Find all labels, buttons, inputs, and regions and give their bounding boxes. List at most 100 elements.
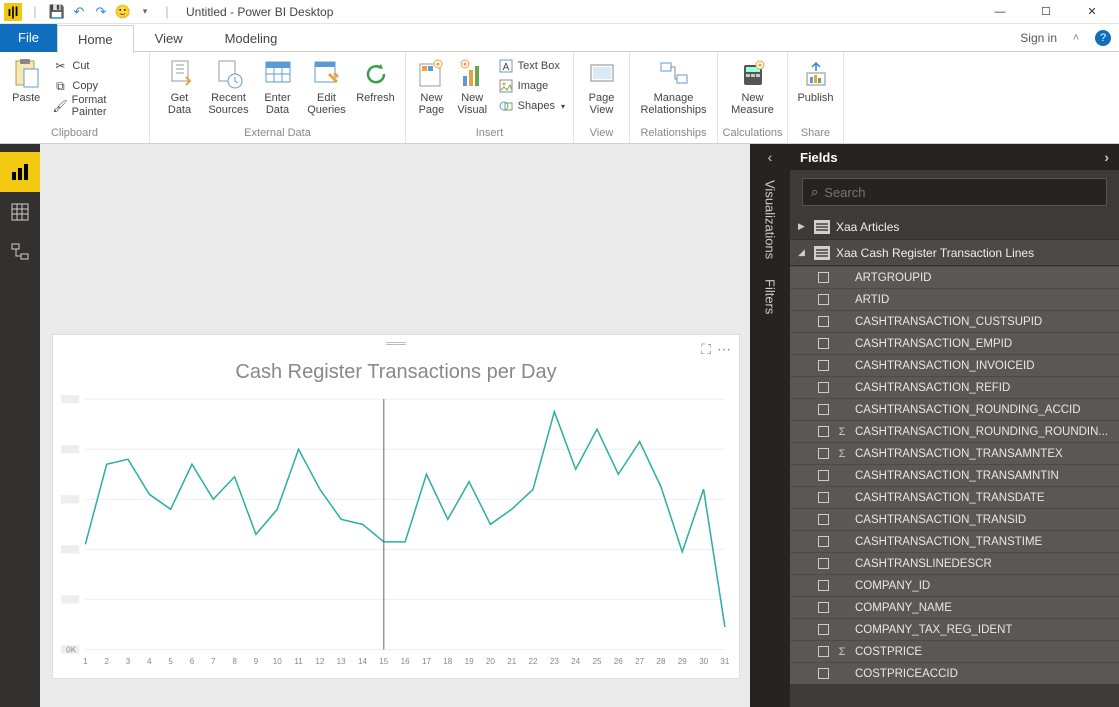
cut-button[interactable]: ✂Cut [50,56,143,76]
field-checkbox[interactable] [818,514,829,525]
field-checkbox[interactable] [818,426,829,437]
field-checkbox[interactable] [818,602,829,613]
chevron-up-icon[interactable]: ˄ [1067,29,1085,47]
window-title: Untitled - Power BI Desktop [186,5,333,19]
field-row[interactable]: ΣCASHTRANSACTION_ROUNDING_ROUNDIN... [790,420,1119,442]
enter-data-button[interactable]: Enter Data [254,56,301,118]
field-checkbox[interactable] [818,646,829,657]
field-row[interactable]: CASHTRANSACTION_TRANSID [790,508,1119,530]
field-row[interactable]: ARTGROUPID [790,266,1119,288]
field-checkbox[interactable] [818,316,829,327]
data-view-button[interactable] [0,192,40,232]
field-name: CASHTRANSACTION_TRANSDATE [855,492,1045,504]
field-row[interactable]: CASHTRANSLINEDESCR [790,552,1119,574]
home-tab[interactable]: Home [57,25,134,53]
filters-panel-tab[interactable]: Filters [763,269,778,324]
help-icon[interactable]: ? [1095,30,1111,46]
field-row[interactable]: ARTID [790,288,1119,310]
field-row[interactable]: CASHTRANSACTION_CUSTSUPID [790,310,1119,332]
undo-icon[interactable]: ↶ [70,3,88,21]
visualizations-panel-tab[interactable]: Visualizations [763,170,778,269]
field-checkbox[interactable] [818,404,829,415]
field-checkbox[interactable] [818,536,829,547]
field-checkbox[interactable] [818,624,829,635]
refresh-button[interactable]: Refresh [352,56,399,106]
table-icon [814,220,830,234]
fields-search[interactable]: ⌕ [802,178,1107,206]
maximize-button[interactable]: ☐ [1023,0,1069,24]
new-visual-button[interactable]: ✦New Visual [453,56,492,118]
file-tab[interactable]: File [0,24,57,52]
new-measure-button[interactable]: ✦New Measure [724,56,781,118]
field-checkbox[interactable] [818,382,829,393]
more-options-icon[interactable]: ⋯ [717,341,731,358]
svg-text:24: 24 [571,657,580,666]
field-row[interactable]: CASHTRANSACTION_INVOICEID [790,354,1119,376]
edit-queries-button[interactable]: Edit Queries [303,56,350,118]
field-row[interactable]: CASHTRANSACTION_EMPID [790,332,1119,354]
table-row[interactable]: ◢Xaa Cash Register Transaction Lines [790,240,1119,266]
field-row[interactable]: CASHTRANSACTION_REFID [790,376,1119,398]
field-row[interactable]: CASHTRANSACTION_TRANSTIME [790,530,1119,552]
report-view-button[interactable] [0,152,40,192]
qat-dropdown-icon[interactable]: ▾ [136,3,154,21]
ribbon-group-share: Publish Share [788,52,844,143]
table-row[interactable]: ▶Xaa Articles [790,214,1119,240]
new-page-button[interactable]: ✦New Page [412,56,451,118]
field-checkbox[interactable] [818,294,829,305]
field-row[interactable]: CASHTRANSACTION_TRANSDATE [790,486,1119,508]
field-row[interactable]: ΣCASHTRANSACTION_TRANSAMNTEX [790,442,1119,464]
text-box-label: Text Box [518,60,560,72]
expand-panels-icon[interactable]: ‹ [750,144,790,170]
publish-button[interactable]: Publish [794,56,837,106]
measure-icon: ✦ [737,58,769,90]
svg-text:✦: ✦ [435,60,442,69]
field-row[interactable]: COMPANY_TAX_REG_IDENT [790,618,1119,640]
redo-icon[interactable]: ↷ [92,3,110,21]
field-checkbox[interactable] [818,448,829,459]
svg-text:17: 17 [422,657,431,666]
search-input[interactable] [824,185,1098,200]
modeling-tab[interactable]: Modeling [204,24,299,52]
field-checkbox[interactable] [818,272,829,283]
field-row[interactable]: COSTPRICEACCID [790,662,1119,684]
paste-button[interactable]: Paste [6,56,46,106]
field-name: CASHTRANSLINEDESCR [855,558,992,570]
field-row[interactable]: ΣCOSTPRICE [790,640,1119,662]
image-button[interactable]: Image [496,76,567,96]
field-row[interactable]: COMPANY_ID [790,574,1119,596]
title-bar: ı|l | 💾 ↶ ↷ 🙂 ▾ | Untitled - Power BI De… [0,0,1119,24]
field-checkbox[interactable] [818,492,829,503]
svg-text:A: A [502,62,509,73]
visual-grip-icon[interactable] [386,341,406,347]
field-row[interactable]: CASHTRANSACTION_TRANSAMNTIN [790,464,1119,486]
focus-mode-icon[interactable]: ⛶ [701,341,711,358]
report-canvas[interactable]: ⛶ ⋯ Cash Register Transactions per Day 0… [40,144,750,707]
svg-text:31: 31 [720,657,729,666]
chart-visual[interactable]: ⛶ ⋯ Cash Register Transactions per Day 0… [52,334,740,679]
sign-in-link[interactable]: Sign in [1020,31,1057,45]
close-button[interactable]: ✕ [1069,0,1115,24]
field-row[interactable]: CASHTRANSACTION_ROUNDING_ACCID [790,398,1119,420]
field-checkbox[interactable] [818,360,829,371]
field-row[interactable]: COMPANY_NAME [790,596,1119,618]
field-checkbox[interactable] [818,668,829,679]
field-checkbox[interactable] [818,470,829,481]
field-checkbox[interactable] [818,558,829,569]
model-view-button[interactable] [0,232,40,272]
shapes-button[interactable]: Shapes▾ [496,96,567,116]
text-box-button[interactable]: A Text Box [496,56,567,76]
field-checkbox[interactable] [818,338,829,349]
collapse-fields-icon[interactable]: › [1104,149,1109,165]
field-checkbox[interactable] [818,580,829,591]
save-icon[interactable]: 💾 [48,3,66,21]
recent-sources-button[interactable]: Recent Sources [205,56,252,118]
view-tab[interactable]: View [134,24,204,52]
manage-relationships-button[interactable]: Manage Relationships [636,56,711,118]
get-data-button[interactable]: Get Data [156,56,203,118]
format-painter-button[interactable]: 🖌Format Painter [50,96,143,116]
copy-button[interactable]: ⧉Copy [50,76,143,96]
page-view-button[interactable]: Page View [580,56,623,118]
smiley-icon[interactable]: 🙂 [114,3,132,21]
minimize-button[interactable]: — [977,0,1023,24]
